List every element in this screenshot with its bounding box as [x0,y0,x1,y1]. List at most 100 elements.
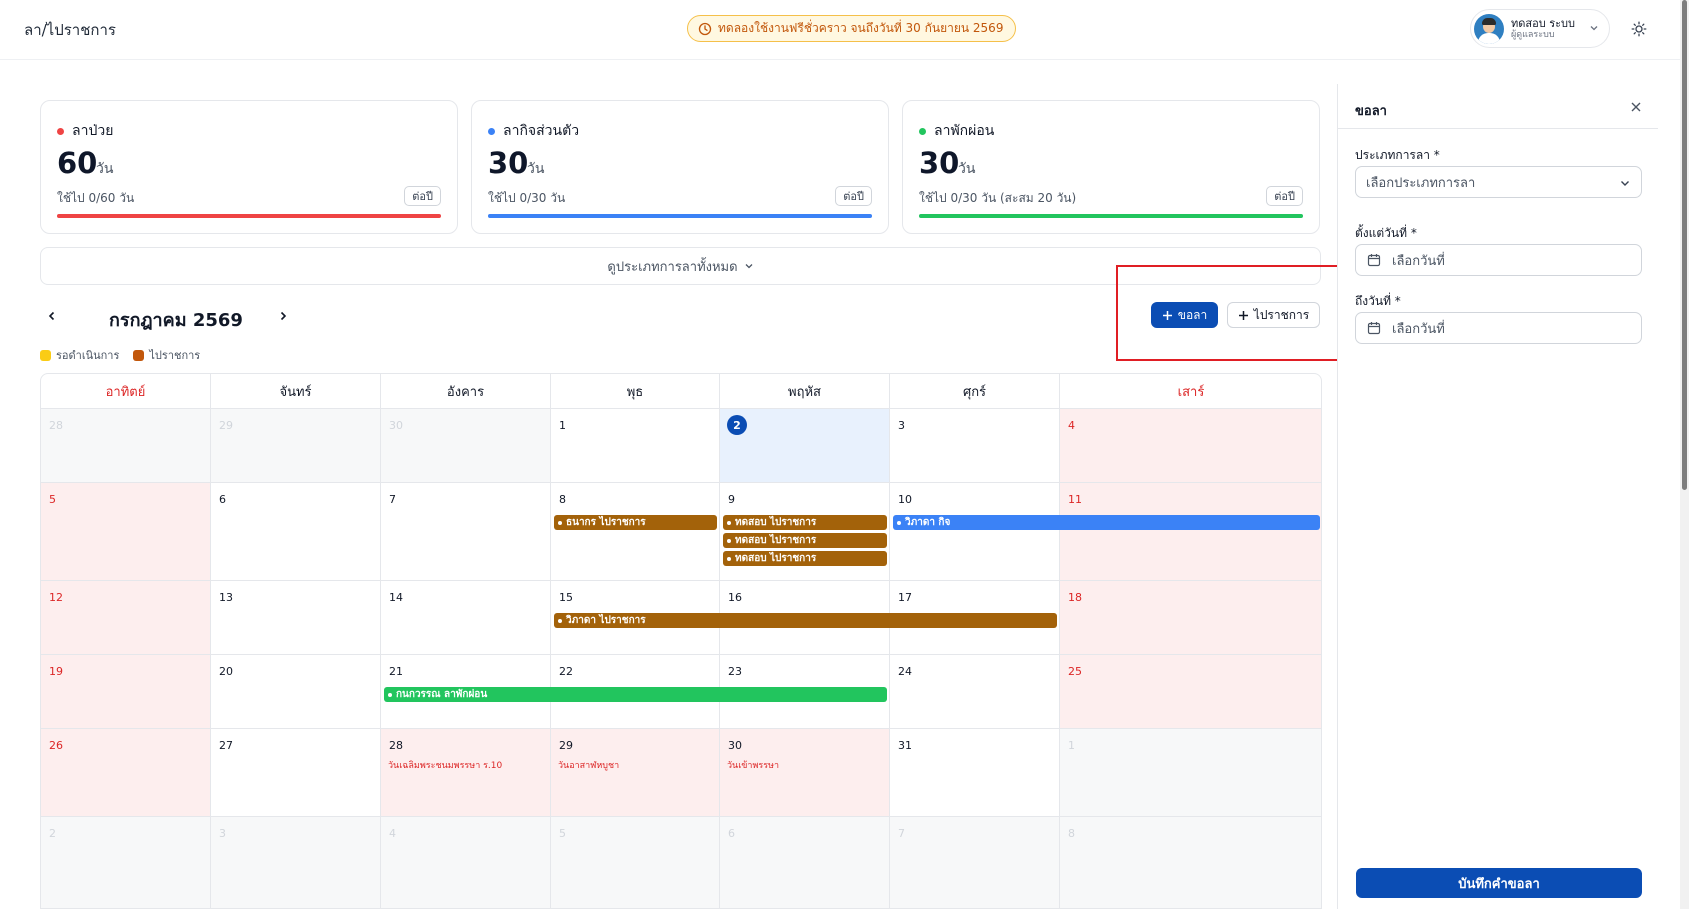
calendar-day-cell[interactable]: 5 [551,817,720,908]
panel-title: ขอลา [1355,104,1387,119]
day-number: 3 [898,419,905,432]
calendar-day-cell[interactable]: 2 [41,817,211,908]
calendar-day-cell[interactable]: 26 [41,729,211,817]
calendar-day-cell[interactable]: 1 [1060,729,1321,817]
leave-type-select[interactable]: เลือกประเภทการลา [1355,166,1642,198]
calendar-day-cell[interactable]: 18 [1060,581,1321,655]
calendar-day-cell[interactable]: 4 [381,817,551,908]
calendar-day-cell[interactable]: 7 [381,483,551,581]
usage-bar [919,214,1303,218]
holiday-name: วันเข้าพรรษา [727,761,780,771]
calendar-legend: รอดำเนินการ ไปราชการ [40,346,200,364]
event-label: กนกวรรณ ลาพักผ่อน [396,689,488,700]
holiday-name: วันอาสาฬหบูชา [558,761,620,771]
calendar-day-cell[interactable]: 2 [720,409,890,483]
day-number: 23 [728,665,742,678]
calendar-event[interactable]: ทดสอบ ไปราชการ [723,515,887,530]
end-date-input[interactable]: เลือกวันที่ [1355,312,1642,344]
calendar-day-cell[interactable]: 24 [890,655,1060,729]
scrollbar-thumb[interactable] [1682,0,1687,490]
card-title-label: ลาป่วย [72,123,114,139]
event-dot-icon [558,618,562,623]
calendar-day-cell[interactable]: 8 [551,483,720,581]
calendar-day-cell[interactable]: 12 [41,581,211,655]
day-number: 6 [728,827,735,840]
card-value: 30 [919,146,960,180]
calendar-day-cell[interactable]: 29 [211,409,381,483]
today-day-number: 2 [727,415,747,435]
chevron-down-icon [1621,181,1629,186]
card-title-label: ลาพักผ่อน [934,123,995,139]
calendar-header: อาทิตย์ จันทร์ อังคาร พุธ พฤหัส ศุกร์ เสาร์ [41,374,1321,409]
previous-month-button[interactable] [40,304,64,328]
save-leave-request-button[interactable]: บันทึกคำขอลา [1356,868,1642,898]
calendar-day-cell[interactable]: 14 [381,581,551,655]
calendar-day-cell[interactable]: 13 [211,581,381,655]
close-icon [1631,102,1641,112]
day-number: 15 [559,591,573,604]
calendar-day-cell[interactable]: 7 [890,817,1060,908]
day-number: 19 [49,665,63,678]
card-title: ลาป่วย [57,120,113,142]
day-number: 29 [559,739,573,752]
day-number: 11 [1068,493,1082,506]
calendar-day-cell[interactable]: 11 [1060,483,1321,581]
calendar-day-cell[interactable]: 20 [211,655,381,729]
weekday-header: พฤหัส [720,374,890,409]
weekday-header: พุธ [551,374,720,409]
calendar-day-cell[interactable]: 1 [551,409,720,483]
usage-bar [488,214,872,218]
event-dot-icon [727,556,731,561]
day-number: 12 [49,591,63,604]
calendar-day-cell[interactable]: 29 วันอาสาฬหบูชา [551,729,720,817]
show-all-label: ดูประเภทการลาทั้งหมด [607,259,738,275]
end-date-label: ถึงวันที่ * [1355,294,1401,308]
calendar-day-cell[interactable]: 8 [1060,817,1321,908]
day-number: 22 [559,665,573,678]
status-dot-icon [57,127,64,135]
legend-item: รอดำเนินการ [40,346,119,364]
day-number: 28 [389,739,403,752]
theme-toggle-button[interactable] [1628,18,1650,40]
event-label: วิภาดา กิจ [905,517,951,528]
calendar-day-cell[interactable]: 9 [720,483,890,581]
calendar-event[interactable]: ทดสอบ ไปราชการ [723,551,887,566]
next-month-button[interactable] [271,304,295,328]
calendar-day-cell[interactable]: 19 [41,655,211,729]
calendar-event[interactable]: กนกวรรณ ลาพักผ่อน [384,687,887,702]
calendar-day-cell[interactable]: 30 วันเข้าพรรษา [720,729,890,817]
usage-bar-fill [488,214,872,218]
calendar-event[interactable]: วิภาดา ไปราชการ [554,613,1057,628]
calendar-day-cell[interactable]: 4 [1060,409,1321,483]
calendar-day-cell[interactable]: 10 [890,483,1060,581]
close-panel-button[interactable] [1626,97,1646,117]
day-number: 7 [389,493,396,506]
calendar-day-cell[interactable]: 28 วันเฉลิมพระชนมพรรษา ร.10 [381,729,551,817]
event-dot-icon [388,692,392,697]
calendar-day-cell[interactable]: 6 [720,817,890,908]
start-date-input[interactable]: เลือกวันที่ [1355,244,1642,276]
calendar-day-cell[interactable]: 3 [890,409,1060,483]
calendar-event[interactable]: ทดสอบ ไปราชการ [723,533,887,548]
calendar-day-cell[interactable]: 31 [890,729,1060,817]
day-number: 14 [389,591,403,604]
legend-label: รอดำเนินการ [56,349,120,362]
calendar-day-cell[interactable]: 25 [1060,655,1321,729]
day-number: 21 [389,665,403,678]
calendar-day-cell[interactable]: 28 [41,409,211,483]
weekday-header: เสาร์ [1060,374,1321,409]
calendar-event[interactable]: ธนากร ไปราชการ [554,515,717,530]
calendar-day-cell[interactable]: 30 [381,409,551,483]
calendar-day-cell[interactable]: 3 [211,817,381,908]
leave-summary-card: ลาป่วย 60 วัน ใช้ไป 0/60 วัน ต่อปี [40,100,458,234]
calendar-event[interactable]: วิภาดา กิจ [893,515,1320,530]
calendar-day-cell[interactable]: 27 [211,729,381,817]
status-dot-icon [919,127,926,135]
user-menu[interactable]: ทดสอบ ระบบ ผู้ดูแลระบบ [1470,9,1610,48]
user-role: ผู้ดูแลระบบ [1511,29,1555,40]
calendar-icon [1367,322,1381,335]
card-value: 30 [488,146,529,180]
status-dot-icon [488,127,495,135]
calendar-day-cell[interactable]: 5 [41,483,211,581]
calendar-day-cell[interactable]: 6 [211,483,381,581]
